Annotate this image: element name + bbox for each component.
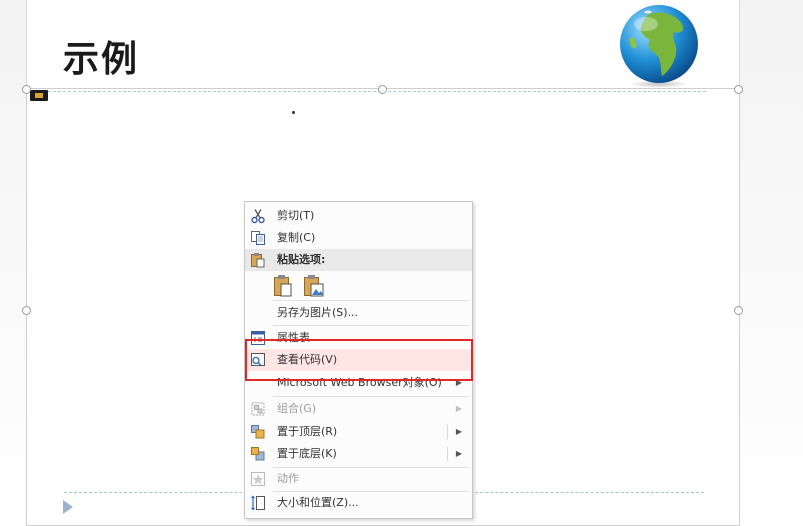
menu-item-label: 粘贴选项: [277, 253, 326, 266]
paste-as-picture-icon[interactable] [303, 274, 325, 298]
menu-separator [273, 325, 469, 326]
group-icon [251, 402, 265, 416]
menu-item-bring-to-front[interactable]: 置于顶层(R) ▶ [245, 421, 472, 443]
bring-to-front-icon [251, 425, 265, 439]
submenu-divider [447, 425, 448, 439]
menu-item-label: 置于底层(K) [277, 447, 337, 460]
center-dot [292, 111, 295, 114]
menu-item-label: 另存为图片(S)... [277, 306, 359, 319]
play-triangle-icon [63, 500, 73, 514]
menu-item-label: 复制(C) [277, 231, 316, 244]
menu-item-label: 大小和位置(Z)... [277, 496, 359, 509]
resize-handle-top-right[interactable] [734, 85, 743, 94]
copy-icon [251, 231, 265, 245]
submenu-divider [447, 447, 448, 461]
annotation-highlight-box [245, 339, 473, 381]
slide-title: 示例 [63, 39, 140, 80]
globe-image[interactable] [616, 2, 702, 88]
menu-separator [273, 396, 469, 397]
size-position-icon [251, 495, 265, 511]
resize-handle-top[interactable] [378, 85, 387, 94]
menu-item-copy[interactable]: 复制(C) [245, 227, 472, 249]
resize-handle-left[interactable] [22, 306, 31, 315]
frame-border [28, 91, 706, 92]
menu-item-action[interactable]: 动作 [245, 468, 472, 490]
send-to-back-icon [251, 447, 265, 461]
menu-item-paste-options: 粘贴选项: [245, 249, 472, 271]
menu-separator [273, 300, 469, 301]
submenu-arrow-icon: ▶ [455, 404, 462, 413]
paste-keep-formatting-icon[interactable] [273, 274, 293, 298]
menu-item-label: 组合(G) [277, 402, 317, 415]
resize-handle-top-left[interactable] [22, 85, 31, 94]
menu-item-send-to-back[interactable]: 置于底层(K) ▶ [245, 443, 472, 465]
menu-item-label: 剪切(T) [277, 209, 315, 222]
menu-item-label: 置于顶层(R) [277, 425, 338, 438]
menu-item-group[interactable]: 组合(G) ▶ [245, 398, 472, 420]
paste-icon [251, 253, 265, 268]
resize-handle-right[interactable] [734, 306, 743, 315]
activex-control-icon [30, 90, 48, 101]
menu-item-save-as-picture[interactable]: 另存为图片(S)... [245, 302, 472, 324]
action-icon [251, 472, 265, 486]
menu-item-cut[interactable]: 剪切(T) [245, 205, 472, 227]
scissors-icon [251, 209, 265, 224]
menu-item-size-and-position[interactable]: 大小和位置(Z)... [245, 492, 472, 514]
submenu-arrow-icon: ▶ [455, 427, 462, 436]
submenu-arrow-icon: ▶ [455, 449, 462, 458]
menu-item-label: 动作 [277, 472, 299, 485]
